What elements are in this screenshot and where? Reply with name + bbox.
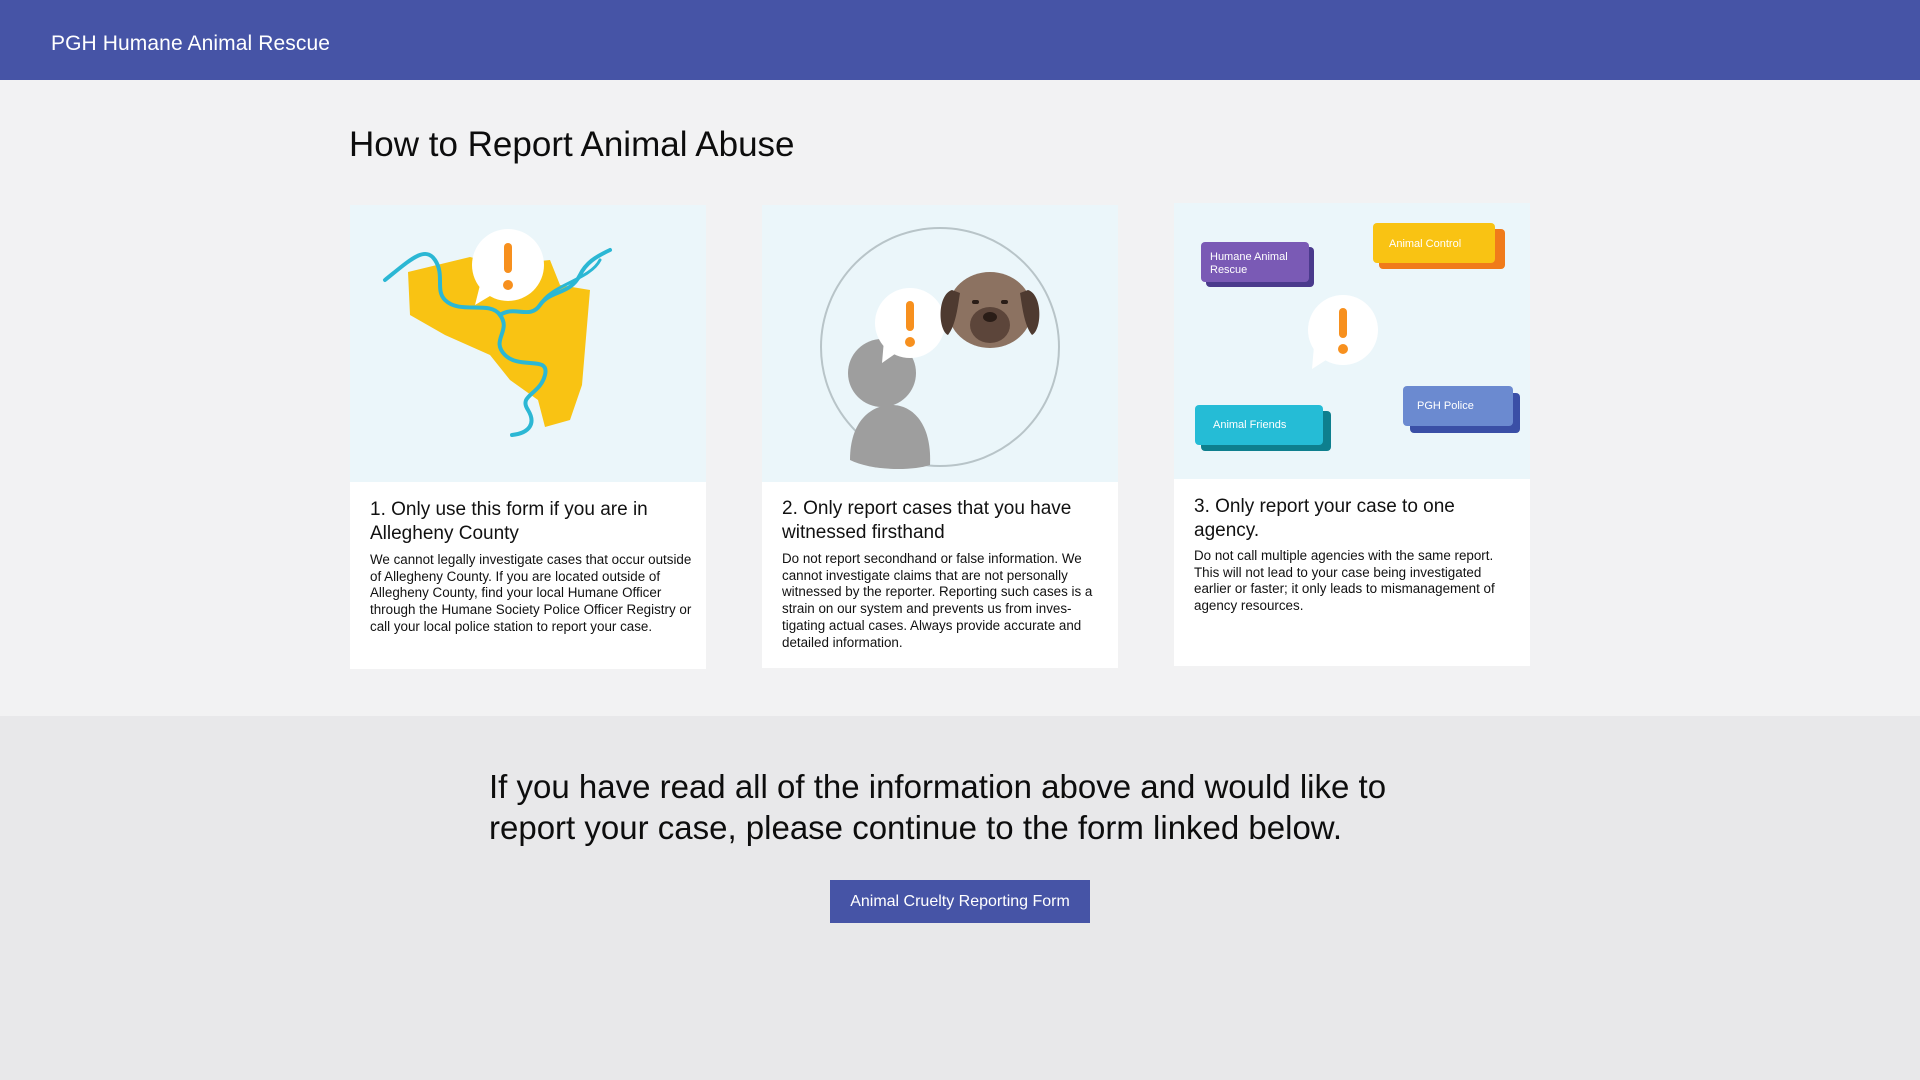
- card-heading: 1. Only use this form if you are in Alle…: [370, 499, 648, 544]
- info-card-county: 1. Only use this form if you are in Alle…: [350, 205, 706, 669]
- agency-tag-humane-animal-rescue: Humane Animal Rescue: [1201, 242, 1314, 287]
- site-brand[interactable]: PGH Humane Animal Rescue: [51, 32, 330, 56]
- agencies-illustration: Humane Animal Rescue Animal Control Anima…: [1174, 203, 1530, 479]
- county-map-illustration: [350, 205, 706, 482]
- person-icon: [848, 339, 931, 470]
- svg-text:PGH Police: PGH Police: [1417, 400, 1474, 412]
- card-body: We cannot legally investigate cases that…: [370, 552, 692, 634]
- card-heading: 3. Only report your case to one agency.: [1194, 496, 1455, 541]
- svg-text:Animal Friends: Animal Friends: [1213, 419, 1287, 431]
- agency-tag-animal-control: Animal Control: [1373, 223, 1505, 269]
- exclamation-bubble-icon: [875, 288, 945, 363]
- agency-tag-animal-friends: Animal Friends: [1195, 405, 1331, 451]
- county-map-icon: [383, 229, 612, 437]
- reporting-form-button[interactable]: Animal Cruelty Reporting Form: [830, 880, 1090, 923]
- svg-text:Animal Control: Animal Control: [1389, 238, 1461, 250]
- info-card-one-agency: Humane Animal Rescue Animal Control Anima…: [1174, 203, 1530, 666]
- card-heading: 2. Only report cases that you have witne…: [782, 498, 1072, 543]
- agency-tag-pgh-police: PGH Police: [1403, 386, 1520, 433]
- witness-illustration: [762, 205, 1118, 482]
- cta-instructions: If you have read all of the information …: [489, 768, 1387, 846]
- card-body: Do not call multiple agencies with the s…: [1194, 548, 1495, 614]
- card-body: Do not report secondhand or false inform…: [782, 551, 1093, 650]
- info-card-firsthand: 2. Only report cases that you have witne…: [762, 205, 1118, 668]
- exclamation-bubble-icon: [1308, 295, 1378, 369]
- page-title: How to Report Animal Abuse: [349, 125, 795, 164]
- top-navigation-bar: PGH Humane Animal Rescue: [0, 0, 1920, 80]
- dog-icon: [940, 272, 1040, 348]
